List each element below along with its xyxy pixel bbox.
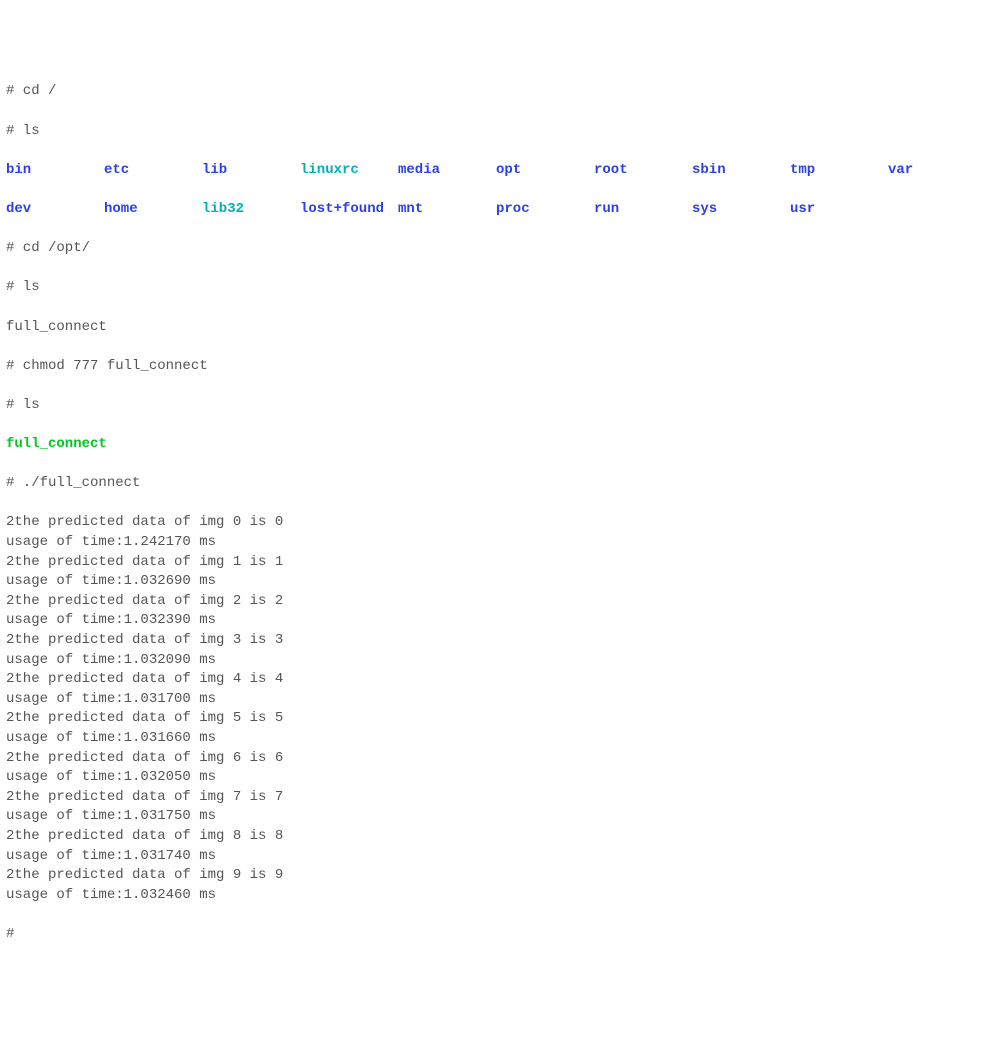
- time-usage-text: usage of time:1.032050 ms: [6, 769, 216, 785]
- ls-entry: run: [594, 200, 692, 220]
- ls-entry: etc: [104, 161, 202, 181]
- time-usage-text: usage of time:1.031700 ms: [6, 691, 216, 707]
- prediction-text: 2the predicted data of img 7 is 7: [6, 789, 283, 805]
- time-usage-line: usage of time:1.032690 ms: [6, 572, 976, 592]
- ls-entry: proc: [496, 200, 594, 220]
- terminal-line-cmd: # ls: [6, 396, 976, 416]
- ls-entry: lib32: [202, 200, 300, 220]
- terminal-line-cmd: # ls: [6, 122, 976, 142]
- prediction-text: 2the predicted data of img 1 is 1: [6, 554, 283, 570]
- prediction-output-block: 2the predicted data of img 0 is 0 usage o…: [6, 513, 976, 905]
- time-usage-text: usage of time:1.032390 ms: [6, 612, 216, 628]
- ls-entry: sys: [692, 200, 790, 220]
- terminal-line-cmd: # cd /opt/: [6, 239, 976, 259]
- time-usage-line: usage of time:1.031700 ms: [6, 690, 976, 710]
- ls-entry: root: [594, 161, 692, 181]
- time-usage-text: usage of time:1.032690 ms: [6, 573, 216, 589]
- terminal-line-cmd: # ./full_connect: [6, 474, 976, 494]
- ls-entry: var: [888, 161, 982, 181]
- prediction-text: 2the predicted data of img 4 is 4: [6, 671, 283, 687]
- output-text: full_connect: [6, 319, 107, 335]
- prediction-text: 2the predicted data of img 0 is 0: [6, 514, 283, 530]
- ls-output-row: devhomelib32lost+foundmntprocrunsysusr: [6, 200, 976, 220]
- time-usage-line: usage of time:1.031660 ms: [6, 729, 976, 749]
- cmd-text: # ls: [6, 397, 40, 413]
- cmd-text: # cd /: [6, 83, 56, 99]
- ls-entry: media: [398, 161, 496, 181]
- terminal-line-cmd: # ls: [6, 278, 976, 298]
- prediction-text: 2the predicted data of img 3 is 3: [6, 632, 283, 648]
- time-usage-text: usage of time:1.242170 ms: [6, 534, 216, 550]
- prediction-line: 2the predicted data of img 6 is 6: [6, 749, 976, 769]
- time-usage-line: usage of time:1.031750 ms: [6, 807, 976, 827]
- time-usage-line: usage of time:1.032390 ms: [6, 611, 976, 631]
- prediction-line: 2the predicted data of img 0 is 0: [6, 513, 976, 533]
- time-usage-line: usage of time:1.242170 ms: [6, 533, 976, 553]
- ls-entry: tmp: [790, 161, 888, 181]
- ls-entry: home: [104, 200, 202, 220]
- prediction-line: 2the predicted data of img 5 is 5: [6, 709, 976, 729]
- prediction-line: 2the predicted data of img 3 is 3: [6, 631, 976, 651]
- time-usage-text: usage of time:1.032090 ms: [6, 652, 216, 668]
- terminal-line-cmd: # chmod 777 full_connect: [6, 357, 976, 377]
- time-usage-text: usage of time:1.031660 ms: [6, 730, 216, 746]
- time-usage-line: usage of time:1.031740 ms: [6, 847, 976, 867]
- prediction-text: 2the predicted data of img 6 is 6: [6, 750, 283, 766]
- prediction-text: 2the predicted data of img 5 is 5: [6, 710, 283, 726]
- prompt-text: #: [6, 926, 14, 942]
- terminal-line-prompt: #: [6, 925, 976, 945]
- cmd-text: # ls: [6, 279, 40, 295]
- terminal-line-output: full_connect: [6, 318, 976, 338]
- ls-entry: opt: [496, 161, 594, 181]
- time-usage-text: usage of time:1.031740 ms: [6, 848, 216, 864]
- time-usage-text: usage of time:1.032460 ms: [6, 887, 216, 903]
- prediction-line: 2the predicted data of img 8 is 8: [6, 827, 976, 847]
- cmd-text: # chmod 777 full_connect: [6, 358, 208, 374]
- terminal-line-cmd: # cd /: [6, 82, 976, 102]
- time-usage-line: usage of time:1.032050 ms: [6, 768, 976, 788]
- ls-output-row: binetcliblinuxrcmediaoptrootsbintmpvar: [6, 161, 976, 181]
- ls-entry: lib: [202, 161, 300, 181]
- ls-entry: dev: [6, 200, 104, 220]
- ls-entry: sbin: [692, 161, 790, 181]
- prediction-line: 2the predicted data of img 1 is 1: [6, 553, 976, 573]
- time-usage-text: usage of time:1.031750 ms: [6, 808, 216, 824]
- cmd-text: # cd /opt/: [6, 240, 90, 256]
- time-usage-line: usage of time:1.032090 ms: [6, 651, 976, 671]
- time-usage-line: usage of time:1.032460 ms: [6, 886, 976, 906]
- ls-entry: usr: [790, 200, 888, 220]
- executable-file: full_connect: [6, 436, 107, 452]
- ls-entry: lost+found: [300, 200, 398, 220]
- ls-entry: bin: [6, 161, 104, 181]
- cmd-text: # ./full_connect: [6, 475, 140, 491]
- terminal-line-output: full_connect: [6, 435, 976, 455]
- prediction-text: 2the predicted data of img 8 is 8: [6, 828, 283, 844]
- prediction-line: 2the predicted data of img 4 is 4: [6, 670, 976, 690]
- prediction-line: 2the predicted data of img 7 is 7: [6, 788, 976, 808]
- ls-entry: mnt: [398, 200, 496, 220]
- prediction-text: 2the predicted data of img 2 is 2: [6, 593, 283, 609]
- prediction-line: 2the predicted data of img 2 is 2: [6, 592, 976, 612]
- ls-entry: linuxrc: [300, 161, 398, 181]
- prediction-text: 2the predicted data of img 9 is 9: [6, 867, 283, 883]
- prediction-line: 2the predicted data of img 9 is 9: [6, 866, 976, 886]
- cmd-text: # ls: [6, 123, 40, 139]
